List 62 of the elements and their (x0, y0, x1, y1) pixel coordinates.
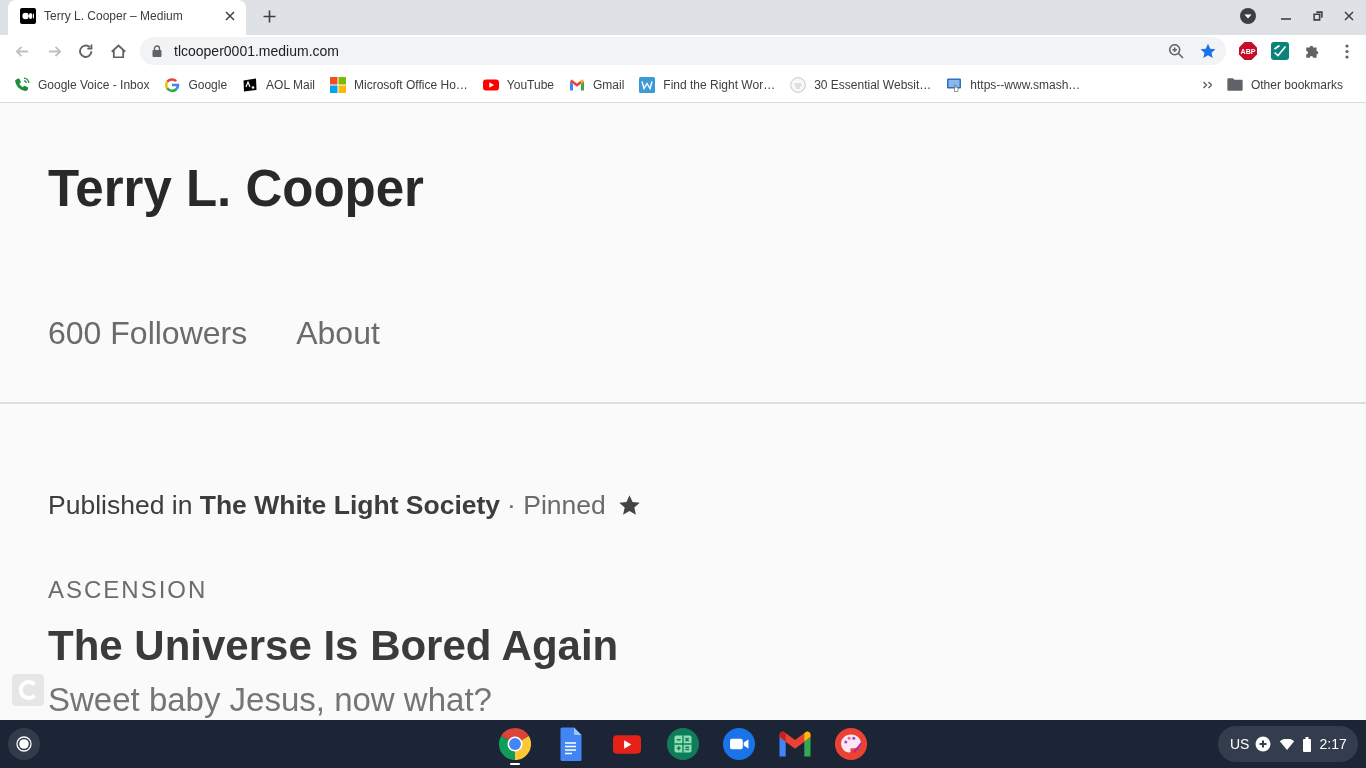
publication-line: Published in The White Light Society (48, 489, 501, 521)
plus-icon (262, 9, 276, 23)
play-logo-icon (613, 734, 641, 754)
profile-nav-link[interactable]: 600 Followers (48, 313, 248, 353)
phone-icon (14, 76, 30, 93)
wifi-icon (1279, 738, 1296, 750)
battery-icon (1303, 736, 1312, 752)
other-bookmarks-button[interactable]: Other bookmarks (1220, 70, 1349, 99)
post-section-tag: ASCENSION (48, 575, 208, 605)
arc-tile-icon (12, 674, 44, 706)
puzzle-icon (1304, 43, 1320, 59)
plus-circle-icon (1255, 736, 1272, 752)
bookmark-item[interactable]: Microsoft Office Ho… (324, 70, 474, 99)
calculator-icon (666, 727, 700, 761)
bookmark-item[interactable]: Find the Right Wor… (633, 70, 782, 99)
more-vertical-icon (1345, 43, 1349, 59)
bookmark-item[interactable]: AOL Mail (236, 70, 321, 99)
clock-text: 2:17 (1319, 734, 1347, 754)
close-icon (1344, 10, 1354, 21)
lock-icon (152, 45, 162, 57)
post-subtitle: Sweet baby Jesus, now what? (48, 682, 492, 718)
video-camera-icon (722, 727, 756, 761)
round-logo-icon (790, 76, 807, 93)
bookmark-item[interactable]: https--www.smash… (940, 70, 1087, 99)
bookmark-item[interactable]: Gmail (563, 70, 631, 99)
keyboard-layout-text: US (1230, 734, 1250, 754)
profile-nav-link[interactable]: About (296, 313, 380, 353)
check-tile-icon (1271, 42, 1289, 60)
bookmark-item[interactable]: YouTube (476, 70, 560, 99)
bookmark-item[interactable]: Google Voice - Inbox (8, 70, 156, 99)
four-squares-icon (330, 76, 346, 93)
palette-icon (834, 727, 868, 761)
address-bar[interactable]: tlcooper0001.medium.com (140, 37, 1226, 65)
dropdown-circle-icon (1240, 7, 1256, 24)
g-logo-icon (164, 76, 181, 93)
minimize-icon (1281, 17, 1291, 20)
pinned-label: · Pinned (507, 489, 606, 521)
home-icon (110, 44, 126, 58)
double-chevron-icon (1203, 80, 1213, 89)
zoom-in-icon (1168, 43, 1184, 59)
reload-icon (79, 44, 93, 58)
chrome-logo-icon (498, 727, 532, 761)
zigzag-tile-icon (639, 76, 656, 93)
close-icon (225, 10, 235, 21)
status-tray[interactable]: US 2:17 (1218, 726, 1358, 762)
monitor-icon (946, 76, 963, 93)
folder-icon (1226, 78, 1243, 91)
launcher-button[interactable] (8, 728, 40, 760)
bookmark-item[interactable]: 30 Essential Websit… (784, 70, 938, 99)
m-logo-icon (779, 731, 811, 757)
restore-icon (1313, 10, 1323, 21)
post-title: The Universe Is Bored Again (48, 621, 619, 671)
play-logo-icon (482, 78, 499, 91)
ring-dot-icon (16, 736, 32, 752)
ovals-logo-icon (20, 7, 36, 24)
browser-tab[interactable]: Terry L. Cooper – Medium (8, 0, 246, 35)
star-icon (618, 495, 640, 515)
logo-badge-icon (242, 76, 259, 93)
author-name: Terry L. Cooper (48, 159, 424, 219)
bookmark-item[interactable]: Google (158, 70, 234, 99)
document-icon (559, 727, 583, 761)
m-logo-icon (569, 77, 585, 92)
